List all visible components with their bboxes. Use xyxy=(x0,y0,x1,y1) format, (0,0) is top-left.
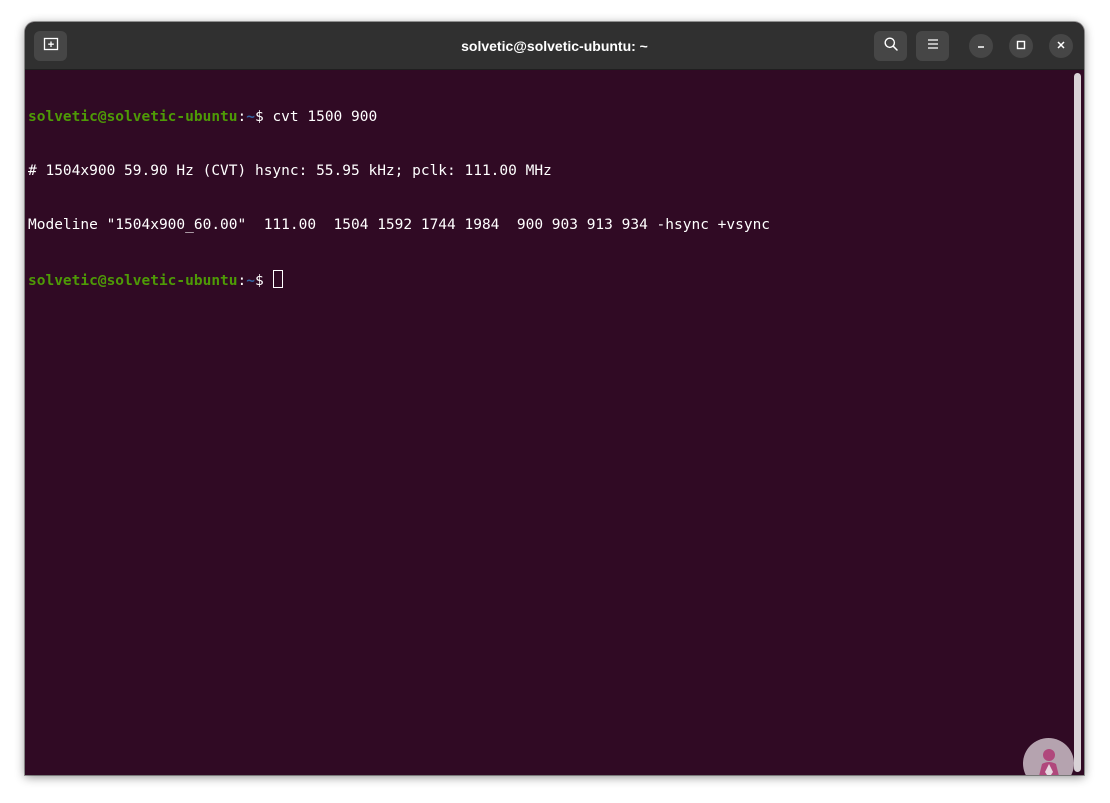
output-line: Modeline "1504x900_60.00" 111.00 1504 15… xyxy=(28,217,771,233)
title-bar[interactable]: solvetic@solvetic-ubuntu: ~ xyxy=(25,22,1084,70)
active-prompt-line: solvetic@solvetic-ubuntu:~$ xyxy=(28,270,770,289)
output-line: # 1504x900 59.90 Hz (CVT) hsync: 55.95 k… xyxy=(28,163,552,179)
prompt-path: ~ xyxy=(246,109,255,125)
terminal-window: solvetic@solvetic-ubuntu: ~ solvetic@sol… xyxy=(25,22,1084,775)
prompt-user-host: solvetic@solvetic-ubuntu xyxy=(28,109,238,125)
prompt-symbol: $ xyxy=(254,109,273,125)
terminal-output: solvetic@solvetic-ubuntu:~$ cvt 1500 900… xyxy=(28,72,770,324)
hamburger-menu-icon xyxy=(926,37,940,55)
terminal-area[interactable]: solvetic@solvetic-ubuntu:~$ cvt 1500 900… xyxy=(25,70,1084,775)
prompt-colon: : xyxy=(237,273,247,289)
close-icon xyxy=(1056,37,1066,55)
menu-button[interactable] xyxy=(916,31,949,61)
search-icon xyxy=(883,36,899,57)
minimize-icon xyxy=(976,37,986,55)
scrollbar[interactable] xyxy=(1074,73,1081,772)
prompt-user-host: solvetic@solvetic-ubuntu xyxy=(28,273,238,289)
command-line: solvetic@solvetic-ubuntu:~$ cvt 1500 900 xyxy=(28,108,770,126)
prompt-path: ~ xyxy=(246,273,255,289)
text-cursor xyxy=(273,270,284,288)
minimize-button[interactable] xyxy=(969,34,993,58)
prompt-colon: : xyxy=(237,109,247,125)
command-text: cvt 1500 900 xyxy=(272,109,378,125)
solvetic-logo-icon xyxy=(1023,738,1074,775)
maximize-icon xyxy=(1016,37,1026,55)
prompt-symbol: $ xyxy=(254,273,273,289)
search-button[interactable] xyxy=(874,31,907,61)
maximize-button[interactable] xyxy=(1009,34,1033,58)
close-button[interactable] xyxy=(1049,34,1073,58)
